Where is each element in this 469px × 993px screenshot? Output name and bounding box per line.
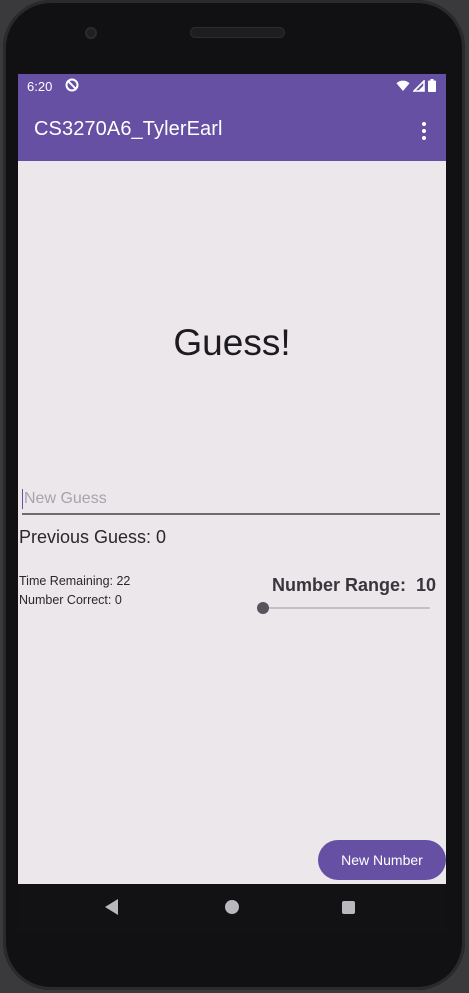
status-bar: 6:20: [18, 74, 446, 99]
battery-icon: [428, 79, 436, 92]
previous-guess-text: Previous Guess: 0: [19, 527, 167, 547]
speaker-grille: [190, 27, 285, 38]
new-guess-input[interactable]: [22, 485, 440, 515]
text-cursor: [22, 489, 23, 509]
home-icon[interactable]: [225, 900, 239, 914]
number-range-title: Number Range:: [271, 575, 406, 595]
app-screen: 6:20 CS3270A6_TylerEarl Guess! Prev: [18, 74, 446, 884]
number-range-label: Number Range: 10: [272, 575, 436, 596]
app-title: CS3270A6_TylerEarl: [34, 118, 223, 140]
app-bar: CS3270A6_TylerEarl: [18, 99, 446, 161]
system-nav-bar: [18, 884, 446, 932]
status-time: 6:20: [27, 79, 53, 94]
do-not-disturb-icon: [65, 78, 79, 92]
back-icon[interactable]: [105, 899, 118, 915]
wifi-icon: [396, 80, 410, 91]
overflow-menu-icon[interactable]: [416, 119, 432, 143]
slider-thumb[interactable]: [257, 602, 269, 614]
camera-icon: [85, 27, 97, 39]
recents-icon[interactable]: [342, 901, 355, 914]
slider-track: [262, 607, 430, 609]
number-correct-text: Number Correct: 0: [19, 593, 122, 607]
number-range-value: 10: [415, 575, 436, 595]
new-number-button[interactable]: New Number: [318, 840, 446, 880]
number-range-slider[interactable]: [257, 600, 432, 616]
guess-heading: Guess!: [173, 322, 291, 363]
signal-icon: [413, 79, 425, 92]
status-icons: [396, 79, 436, 92]
time-remaining-text: Time Remaining: 22: [19, 574, 131, 588]
